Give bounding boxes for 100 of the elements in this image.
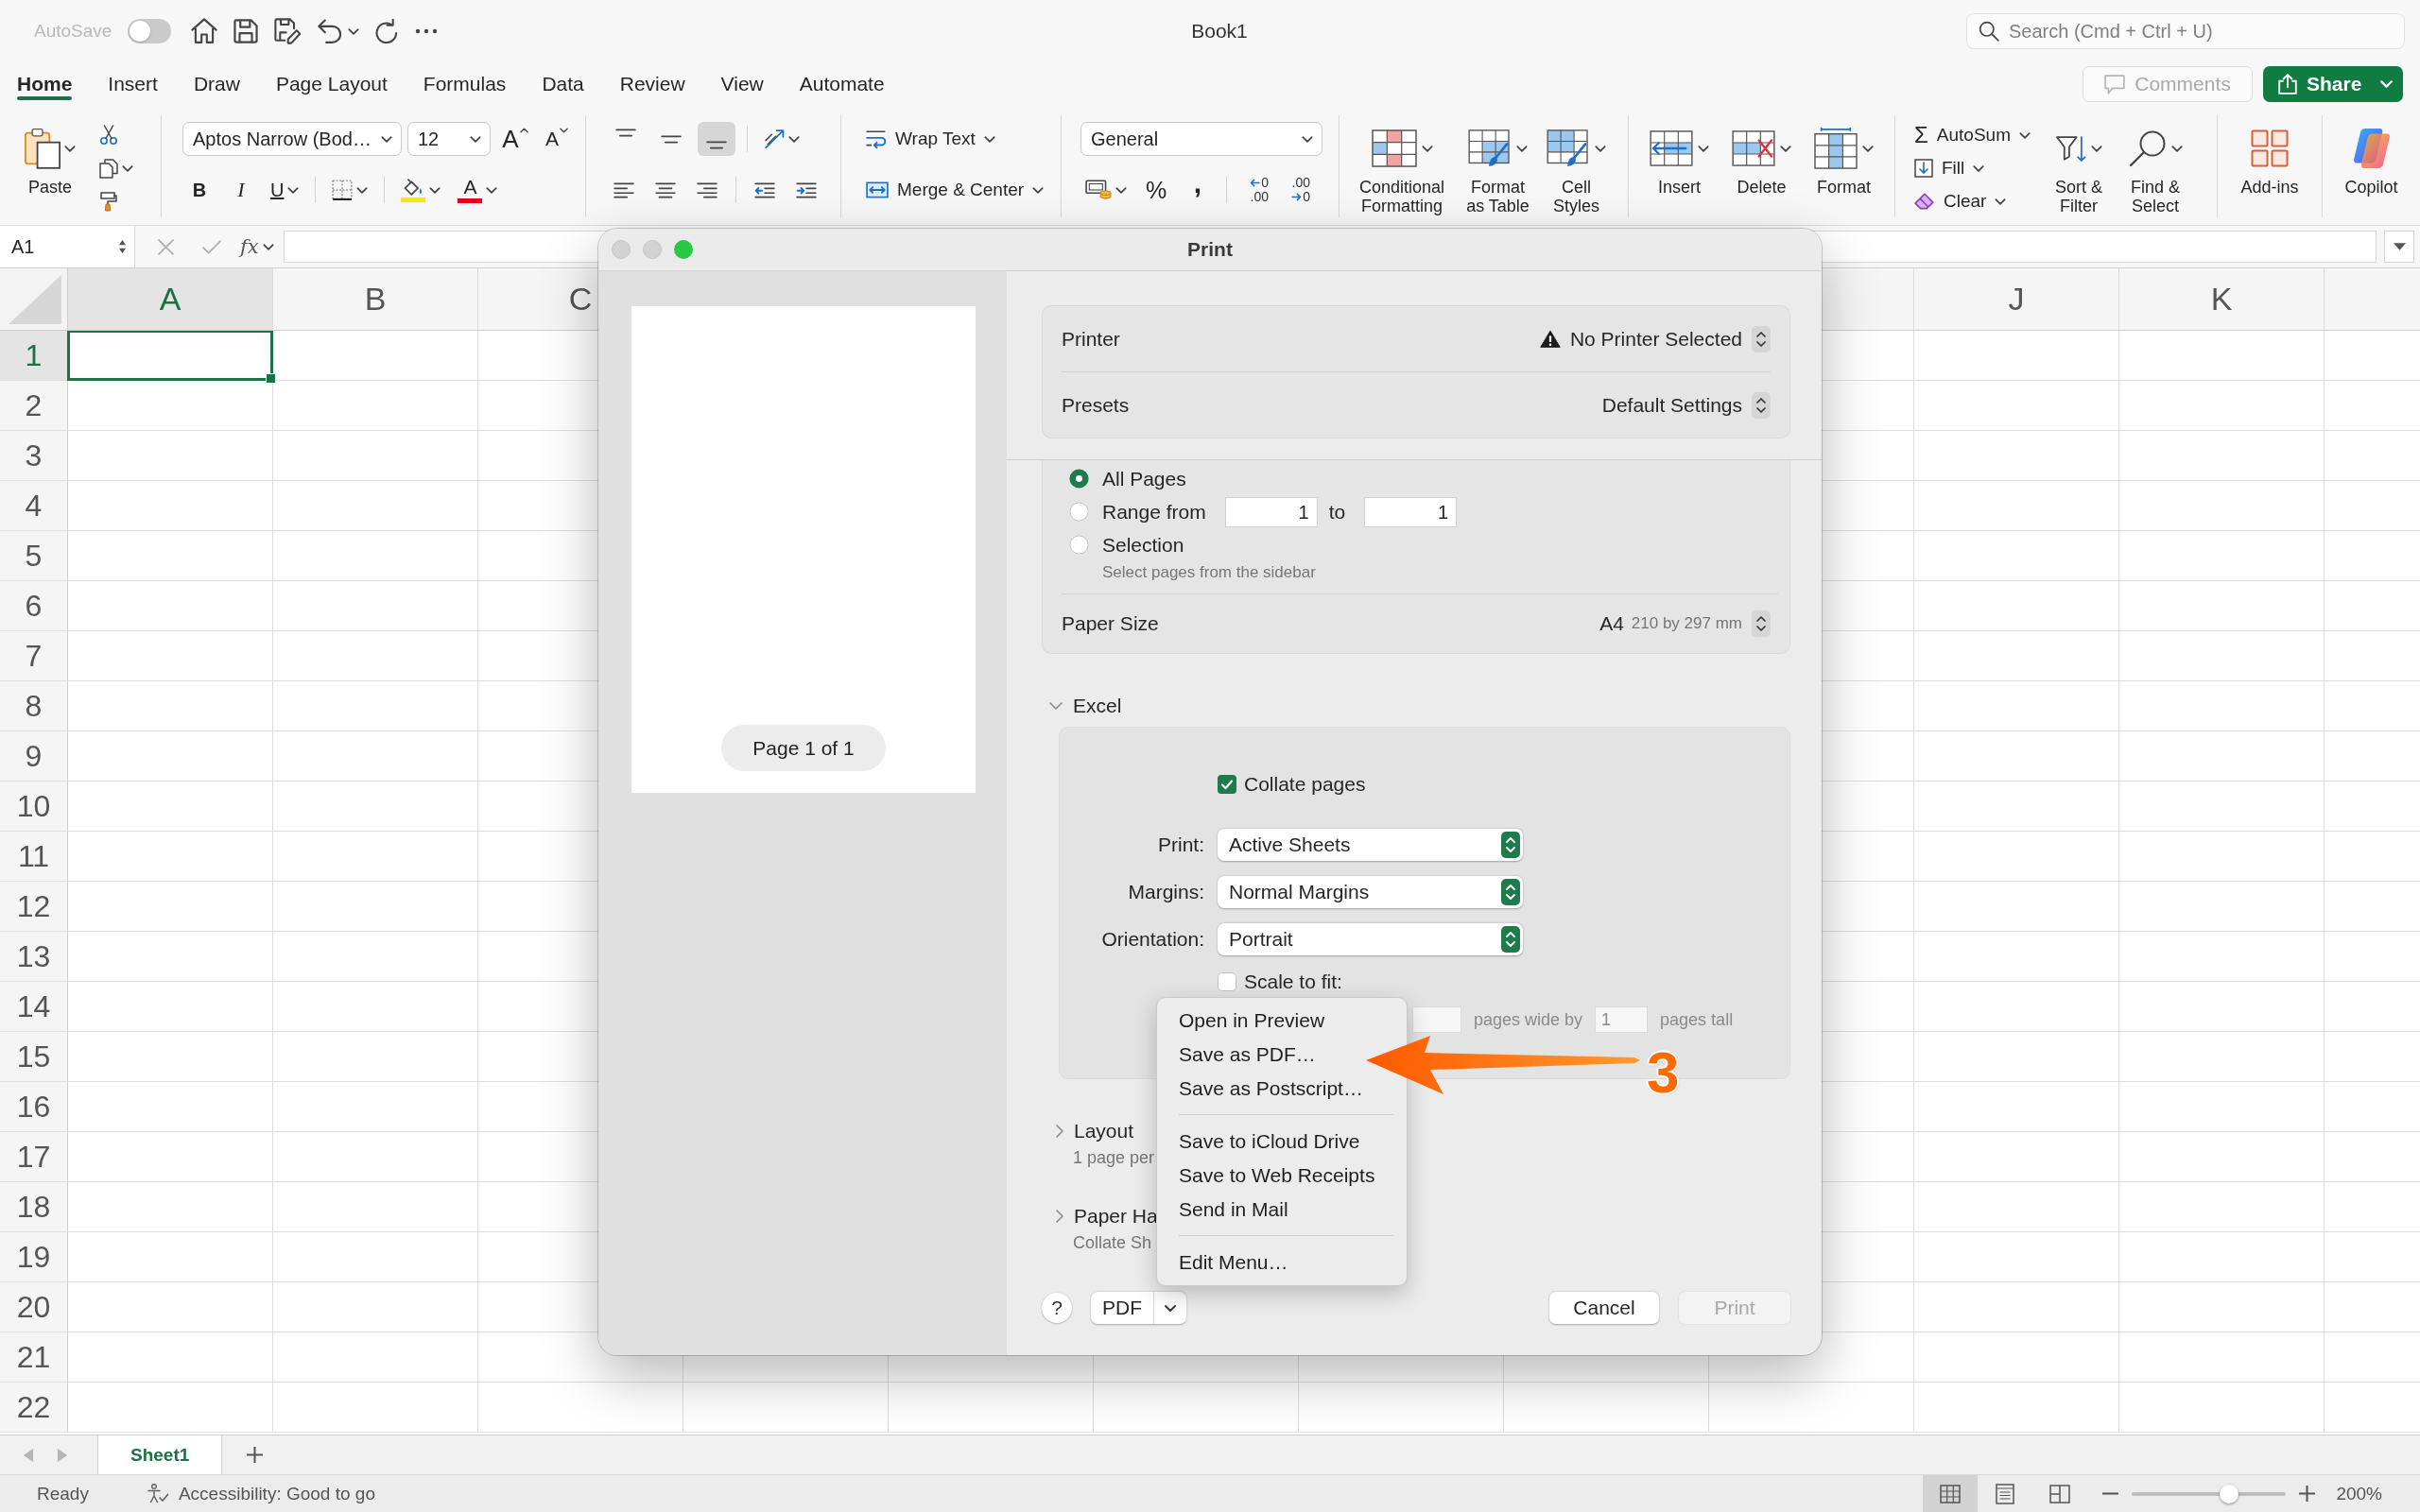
format-as-table-button[interactable]: Format as Table xyxy=(1459,119,1537,215)
percent-style-button[interactable]: % xyxy=(1139,173,1173,207)
row-header[interactable]: 21 xyxy=(0,1332,68,1383)
wrap-text-button[interactable]: Wrap Text xyxy=(860,122,1001,156)
range-end-field[interactable]: 1 xyxy=(1364,496,1458,527)
sheet-tab[interactable]: Sheet1 xyxy=(97,1435,223,1474)
underline-button[interactable]: U xyxy=(266,173,304,207)
row-header[interactable]: 2 xyxy=(0,381,68,431)
row-header[interactable]: 20 xyxy=(0,1282,68,1332)
row-header[interactable]: 22 xyxy=(0,1383,68,1433)
zoom-percentage[interactable]: 200% xyxy=(2336,1483,2382,1504)
row-header[interactable]: 18 xyxy=(0,1182,68,1232)
popup-button[interactable]: Portrait xyxy=(1218,923,1523,955)
minus-icon[interactable] xyxy=(2102,1492,2119,1495)
section-toggle[interactable]: Paper Ha xyxy=(1042,1202,1158,1230)
menu-item[interactable]: Save as Postscript… xyxy=(1157,1072,1363,1106)
radio-button[interactable] xyxy=(1069,502,1089,522)
row-header[interactable]: 19 xyxy=(0,1232,68,1282)
font-size-dropdown[interactable]: 12 xyxy=(407,122,491,156)
add-ins-button[interactable]: Add-ins xyxy=(2237,119,2303,197)
menu-item[interactable]: Save to iCloud Drive xyxy=(1157,1125,1360,1159)
ribbon-tab[interactable]: Home xyxy=(17,62,73,106)
row-header[interactable]: 10 xyxy=(0,782,68,832)
presets-popup[interactable]: Default Settings xyxy=(1601,391,1771,419)
row-header[interactable]: 4 xyxy=(0,481,68,531)
row-header[interactable]: 8 xyxy=(0,681,68,731)
redo-icon[interactable] xyxy=(375,19,400,43)
row-header[interactable]: 12 xyxy=(0,882,68,932)
row-header[interactable]: 3 xyxy=(0,431,68,481)
row-header[interactable]: 7 xyxy=(0,631,68,681)
home-icon[interactable] xyxy=(191,18,218,44)
search-field[interactable]: Search (Cmd + Ctrl + U) xyxy=(1966,13,2405,49)
paper-size-popup[interactable]: A4 210 by 297 mm xyxy=(1599,610,1771,637)
expand-formula-button[interactable] xyxy=(2384,231,2414,263)
row-header[interactable]: 6 xyxy=(0,581,68,631)
column-header[interactable]: K xyxy=(2210,280,2233,318)
row-header[interactable]: 15 xyxy=(0,1032,68,1082)
check-icon[interactable] xyxy=(202,239,221,254)
name-box[interactable]: A1 xyxy=(0,226,135,267)
row-header[interactable]: 11 xyxy=(0,832,68,882)
ribbon-tab[interactable]: Page Layout xyxy=(275,62,388,106)
plus-icon[interactable] xyxy=(2299,1486,2316,1502)
printer-popup[interactable]: No Printer Selected xyxy=(1539,325,1771,352)
radio-button[interactable] xyxy=(1069,469,1089,489)
menu-item[interactable]: Edit Menu… xyxy=(1157,1246,1288,1280)
cell-styles-button[interactable]: Cell Styles xyxy=(1543,119,1610,215)
menu-item[interactable]: Send in Mail xyxy=(1157,1193,1288,1227)
insert-cells-button[interactable]: Insert xyxy=(1646,119,1713,197)
share-button[interactable]: Share xyxy=(2263,66,2403,102)
autosum-button[interactable]: Σ AutoSum xyxy=(1909,119,2036,151)
decrease-font-size-button[interactable]: A xyxy=(540,122,574,156)
increase-decimal-button[interactable]: 0 .00 xyxy=(1238,173,1272,207)
menu-item[interactable]: Open in Preview xyxy=(1157,1004,1325,1038)
sort-filter-button[interactable]: Sort & Filter xyxy=(2046,119,2112,215)
caret-icon[interactable] xyxy=(348,27,360,35)
merge-center-button[interactable]: Merge & Center xyxy=(860,173,1050,207)
accessibility-button[interactable]: Accessibility: Good to go xyxy=(147,1483,375,1504)
ribbon-tab[interactable]: View xyxy=(720,62,764,106)
insert-function-button[interactable]: fx xyxy=(240,231,274,263)
range-start-field[interactable]: 1 xyxy=(1224,496,1318,527)
find-select-button[interactable]: Find & Select xyxy=(2121,119,2189,215)
popup-button[interactable]: Active Sheets xyxy=(1218,829,1523,861)
popup-button[interactable]: Normal Margins xyxy=(1218,876,1523,908)
column-header[interactable]: A xyxy=(159,280,182,318)
font-color-button[interactable]: A xyxy=(453,173,503,207)
radio-button[interactable] xyxy=(1069,535,1089,555)
number-format-dropdown[interactable]: General xyxy=(1080,122,1322,156)
active-cell[interactable] xyxy=(67,331,273,381)
pdf-menu-button[interactable]: PDF xyxy=(1091,1292,1186,1324)
row-header[interactable]: 17 xyxy=(0,1132,68,1182)
save-icon[interactable] xyxy=(233,19,259,43)
ribbon-tab[interactable]: Data xyxy=(542,62,584,106)
conditional-formatting-button[interactable]: Conditional Formatting xyxy=(1351,119,1453,215)
column-header[interactable]: C xyxy=(568,280,593,318)
more-icon[interactable] xyxy=(415,28,439,34)
excel-section-toggle[interactable]: Excel xyxy=(1042,692,1122,720)
help-button[interactable]: ? xyxy=(1042,1293,1072,1323)
ribbon-tab[interactable]: Formulas xyxy=(423,62,507,106)
column-header[interactable]: B xyxy=(364,280,387,318)
row-header[interactable]: 9 xyxy=(0,731,68,782)
fill-handle[interactable] xyxy=(266,373,276,384)
delete-cells-button[interactable]: Delete xyxy=(1728,119,1795,197)
menu-item[interactable]: Save to Web Receipts xyxy=(1157,1159,1375,1193)
decrease-decimal-button[interactable]: .00 0 xyxy=(1280,173,1314,207)
bold-button[interactable]: B xyxy=(182,173,216,207)
row-header[interactable]: 1 xyxy=(0,331,68,381)
floppy-pencil-icon[interactable] xyxy=(274,18,302,44)
row-header[interactable]: 14 xyxy=(0,982,68,1032)
copilot-button[interactable]: Copilot xyxy=(2341,119,2402,197)
ribbon-tab[interactable]: Draw xyxy=(193,62,240,106)
format-cells-button[interactable]: Format xyxy=(1810,119,1877,197)
cancel-button[interactable]: Cancel xyxy=(1549,1292,1659,1324)
increase-font-size-button[interactable]: A xyxy=(498,122,532,156)
font-name-dropdown[interactable]: Aptos Narrow (Bod… xyxy=(182,122,402,156)
undo-icon[interactable] xyxy=(317,18,342,44)
ribbon-tab[interactable]: Insert xyxy=(108,62,158,106)
column-header[interactable]: J xyxy=(2008,280,2025,318)
section-toggle[interactable]: Layout xyxy=(1042,1117,1134,1145)
normal-view-button[interactable] xyxy=(1923,1475,1979,1512)
add-sheet-icon[interactable] xyxy=(247,1447,264,1463)
